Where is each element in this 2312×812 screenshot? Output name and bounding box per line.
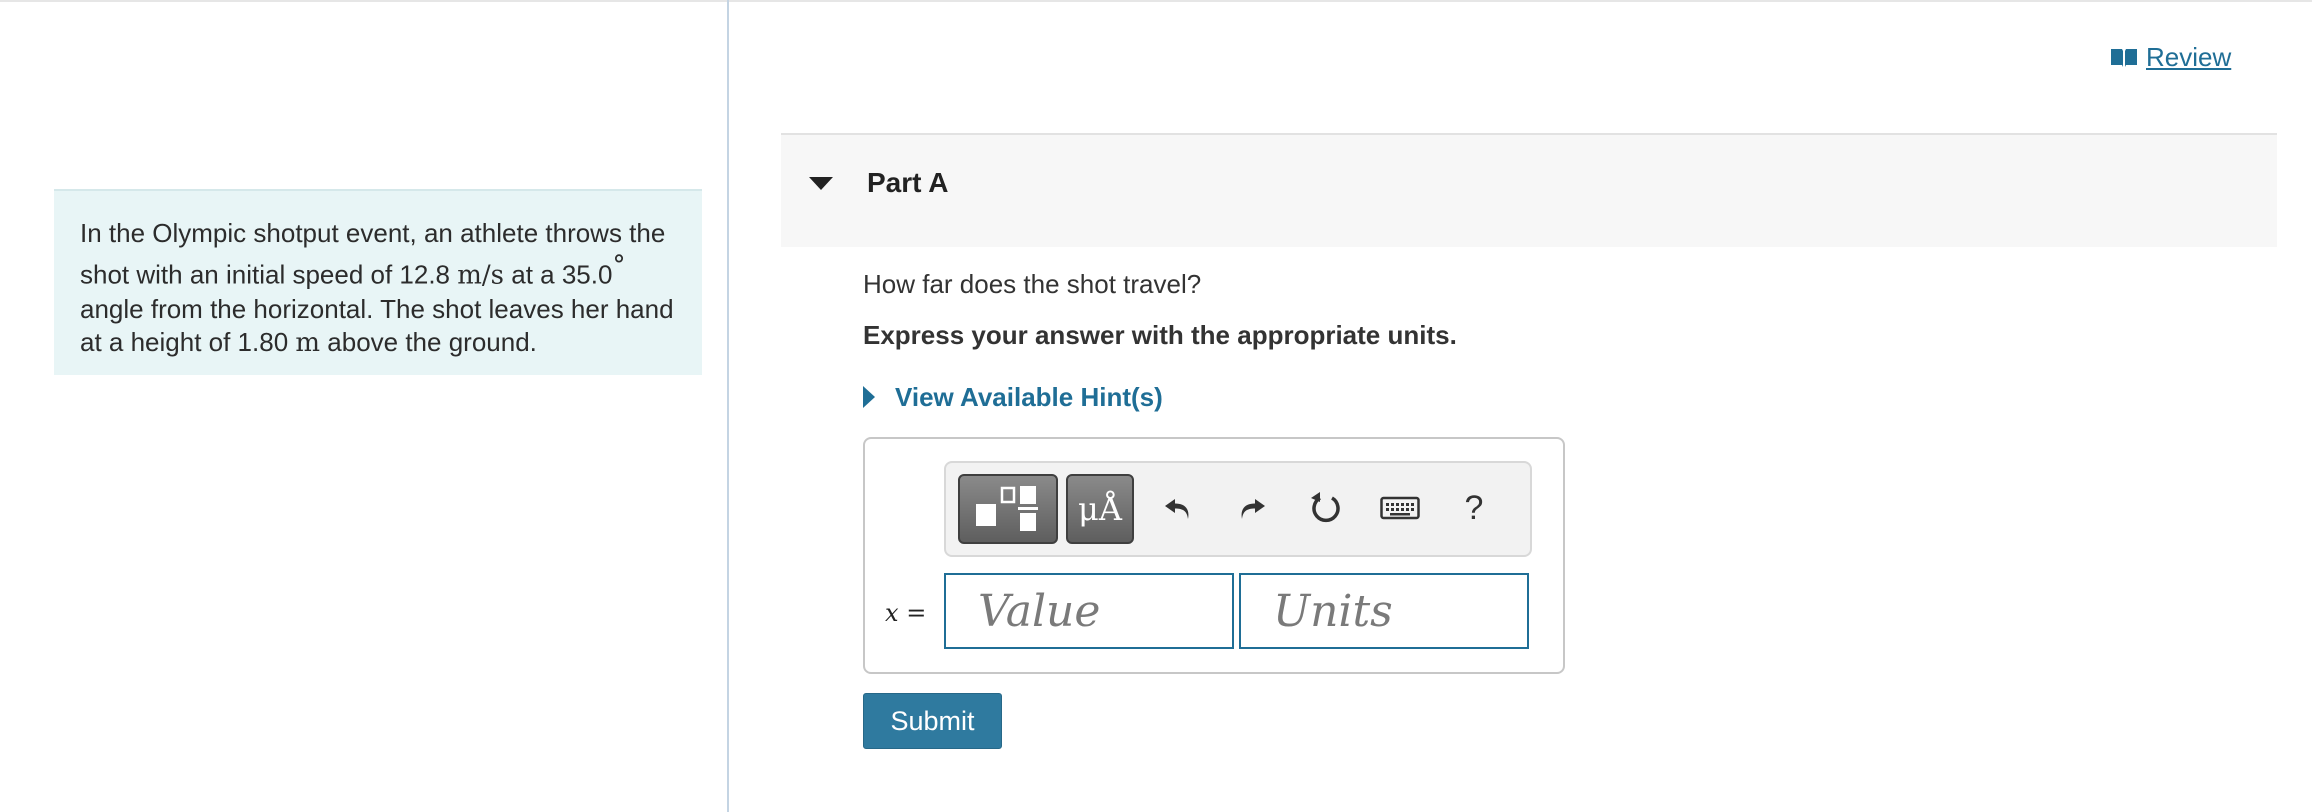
submit-button[interactable]: Submit [863, 693, 1002, 749]
part-header: Part A [781, 133, 2277, 247]
equals-sign: = [906, 599, 927, 627]
units-field [1239, 573, 1529, 649]
math-toolbar: μÅ ? [944, 461, 1532, 557]
page: In the Olympic shotput event, an athlete… [0, 0, 2312, 812]
templates-button[interactable] [958, 474, 1058, 544]
value-input[interactable] [946, 575, 1232, 647]
keyboard-icon [1380, 496, 1420, 520]
answer-variable-label: x = [885, 599, 926, 627]
redo-icon [1241, 499, 1265, 519]
answer-box: μÅ ? x = Value Units [863, 437, 1565, 674]
unit-meter: m [295, 327, 321, 358]
top-divider [0, 0, 2312, 2]
reset-button[interactable] [1304, 486, 1348, 530]
review-link[interactable]: Review [2110, 40, 2231, 74]
book-icon [2111, 49, 2137, 67]
units-button-label: μÅ [1078, 490, 1122, 528]
part-title: Part A [867, 167, 949, 198]
keyboard-button[interactable] [1378, 486, 1422, 530]
reset-icon [1311, 492, 1340, 523]
problem-statement: In the Olympic shotput event, an athlete… [54, 189, 702, 375]
templates-icon [976, 486, 1038, 531]
hints-label: View Available Hint(s) [895, 381, 1163, 412]
degree-symbol: ° [612, 251, 626, 281]
problem-text-2: at a 35.0 [504, 259, 613, 290]
answer-variable: x [885, 599, 899, 627]
hints-toggle[interactable]: View Available Hint(s) [863, 381, 1163, 413]
column-divider [727, 0, 729, 812]
problem-text-4: above the ground. [320, 326, 537, 357]
undo-button[interactable] [1156, 486, 1200, 530]
answer-instruction: Express your answer with the appropriate… [863, 320, 1457, 350]
caret-down-icon[interactable] [809, 177, 833, 190]
unit-speed: m/s [457, 260, 505, 291]
help-button[interactable]: ? [1452, 486, 1496, 530]
review-label: Review [2146, 41, 2232, 72]
units-input[interactable] [1241, 575, 1527, 647]
question-prompt: How far does the shot travel? [863, 269, 1202, 299]
value-field [944, 573, 1234, 649]
redo-button[interactable] [1230, 486, 1274, 530]
units-button[interactable]: μÅ [1066, 474, 1134, 544]
caret-right-icon [863, 386, 875, 408]
undo-icon [1165, 499, 1189, 519]
